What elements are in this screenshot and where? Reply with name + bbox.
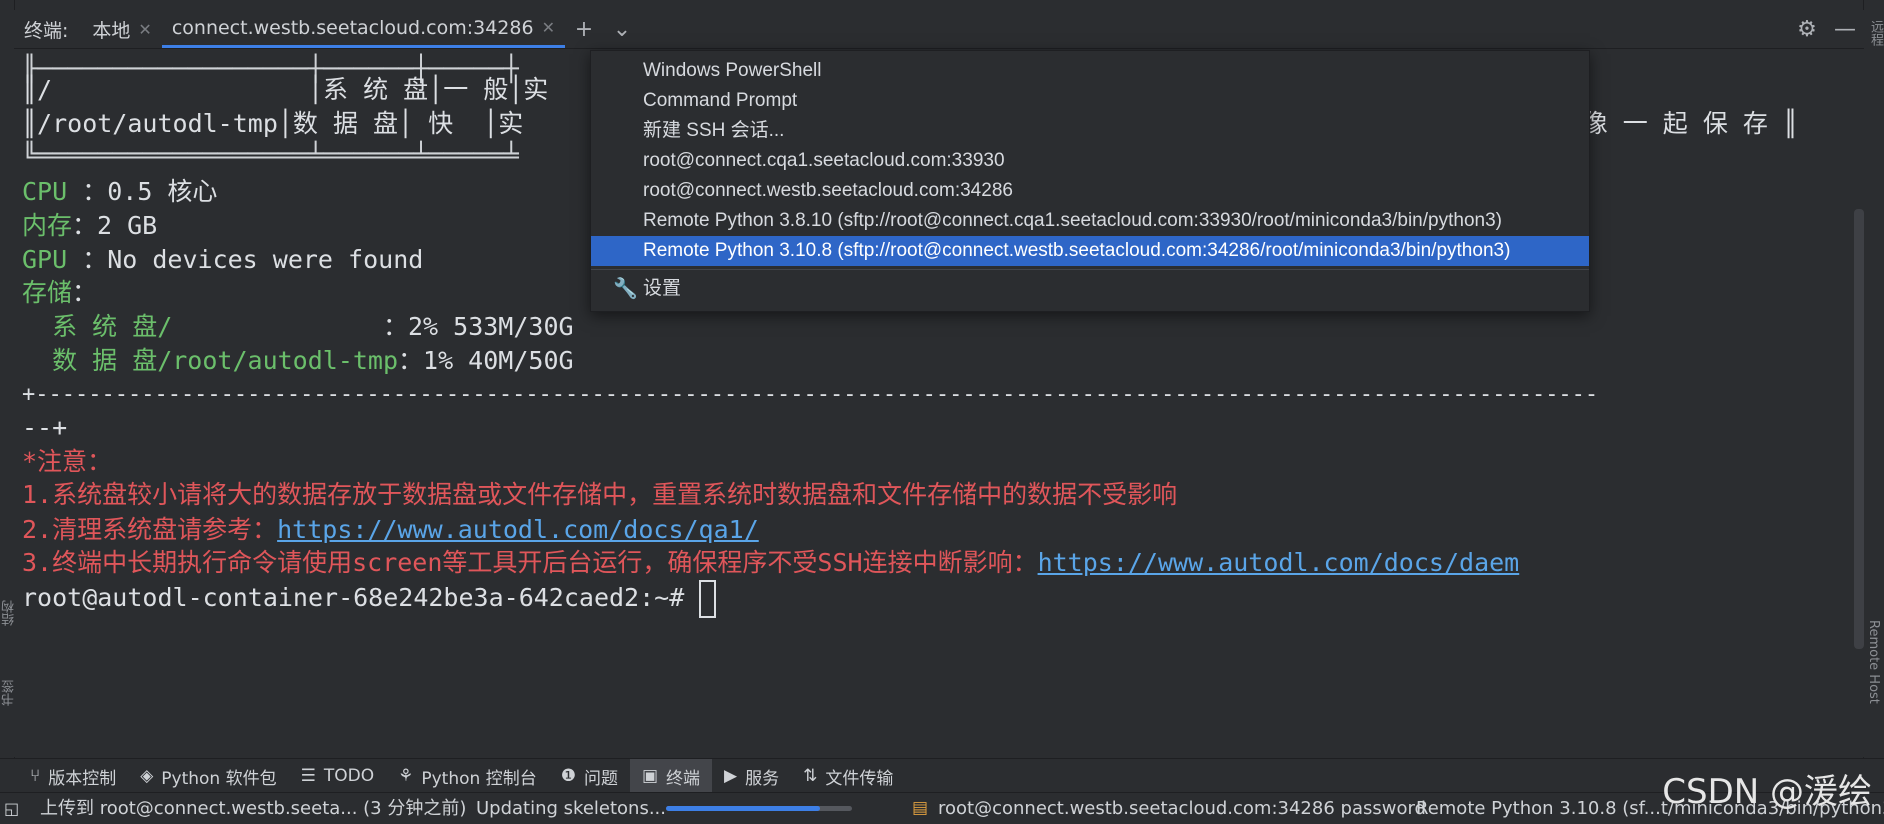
tool-python-packages[interactable]: ◈ Python 软件包 — [128, 759, 288, 793]
datadisk-label: 数 据 盘/root/autodl-tmp — [22, 346, 399, 375]
new-session-dropdown: Windows PowerShell Command Prompt 新建 SSH… — [590, 50, 1590, 312]
tool-label: 终端 — [666, 768, 701, 789]
close-icon[interactable]: ✕ — [542, 18, 555, 37]
csdn-watermark: CSDN @湲绘 — [1662, 772, 1872, 812]
terminal-tab-bar: 终端: 本地 ✕ connect.westb.seetacloud.com:34… — [14, 10, 1864, 49]
task-progress-bar — [666, 806, 852, 811]
box-row-root-cols: │系 统 盘│一 般│实 — [307, 75, 549, 104]
task-status[interactable]: Updating skeletons... — [476, 793, 666, 824]
menu-item-powershell[interactable]: Windows PowerShell — [591, 56, 1589, 86]
box-row-tmp-path: ║/root/autodl-tmp — [22, 109, 278, 138]
sftp-icon: ▤ — [912, 798, 929, 818]
layers-icon: ◈ — [140, 766, 154, 786]
tool-label: Python 软件包 — [161, 768, 277, 789]
branch-icon: ⑂ — [30, 766, 41, 786]
add-icon[interactable]: + — [565, 17, 603, 42]
gear-icon[interactable]: ⚙ — [1788, 17, 1826, 42]
tool-terminal[interactable]: ▣ 终端 — [629, 759, 713, 793]
storage-value: ： — [72, 278, 98, 307]
daemon-doc-link[interactable]: https://www.autodl.com/docs/daem — [1038, 548, 1520, 577]
menu-item-ssh-cqa1[interactable]: root@connect.cqa1.seetacloud.com:33930 — [591, 146, 1589, 176]
right-strip-label-remote[interactable]: 远程 — [1866, 20, 1884, 46]
upload-status[interactable]: 上传到 root@connect.westb.seeta... (3 分钟之前) — [40, 793, 466, 824]
alert-icon: ❶ — [560, 766, 576, 786]
gpu-value: ：No devices were found — [82, 245, 424, 274]
terminal-title: 终端: — [24, 19, 69, 42]
note-3: 3.终端中长期执行命令请使用screen等工具开后台运行，确保程序不受SSH连接… — [22, 543, 1519, 583]
box-row-tmp-cols: │数 据 盘│ 快 │实 — [277, 109, 524, 138]
qa-doc-link[interactable]: https://www.autodl.com/docs/qa1/ — [277, 515, 759, 544]
tool-version-control[interactable]: ⑂ 版本控制 — [18, 759, 128, 793]
right-tool-strip: 远程 Remote Host — [1863, 0, 1884, 758]
tab-local[interactable]: 本地 ✕ — [82, 10, 161, 48]
progress-fill — [666, 806, 821, 811]
tool-window-bar: ⑂ 版本控制 ◈ Python 软件包 ☰ TODO ⚘ Python 控制台 ❶ 问题 … — [0, 758, 1884, 793]
note-3-text: 3.终端中长期执行命令请使用screen等工具开后台运行，确保程序不受SSH连接… — [22, 548, 1038, 577]
cpu-label: CPU — [22, 177, 83, 206]
layout-icon[interactable]: ◱ — [4, 793, 19, 824]
terminal-icon: ▣ — [641, 766, 659, 786]
text-cursor — [699, 580, 717, 618]
box-bottom-border: ╚══════════════════╧══════╧═════╧ — [22, 141, 519, 170]
tool-python-console[interactable]: ⚘ Python 控制台 — [386, 759, 549, 793]
sysdisk-label: 系 统 盘/ — [22, 312, 383, 341]
tool-label: 版本控制 — [48, 768, 117, 789]
menu-item-cmd[interactable]: Command Prompt — [591, 86, 1589, 116]
storage-label: 存储 — [22, 278, 73, 307]
close-icon[interactable]: ✕ — [138, 20, 151, 39]
box-row-tmp-tail: 像 一 起 保 存 ║ — [1582, 109, 1798, 138]
tool-label: 问题 — [583, 768, 618, 789]
tool-file-transfer[interactable]: ⇅ 文件传输 — [791, 759, 905, 793]
chevron-down-icon[interactable]: ⌄ — [603, 17, 641, 42]
play-icon: ▶ — [724, 766, 738, 786]
menu-separator — [591, 269, 1589, 270]
status-bar: ◱ 上传到 root@connect.westb.seeta... (3 分钟之… — [0, 792, 1884, 824]
mem-label: 内存 — [22, 211, 73, 240]
menu-item-python-3-8[interactable]: Remote Python 3.8.10 (sftp://root@connec… — [591, 206, 1589, 236]
list-icon: ☰ — [300, 766, 316, 786]
menu-item-python-3-10[interactable]: Remote Python 3.10.8 (sftp://root@connec… — [591, 236, 1589, 266]
cpu-value: ：0.5 核心 — [82, 177, 218, 206]
tool-label: Python 控制台 — [421, 768, 537, 789]
connection-status[interactable]: root@connect.westb.seetacloud.com:34286 … — [938, 793, 1426, 824]
menu-item-new-ssh[interactable]: 新建 SSH 会话... — [591, 116, 1589, 146]
transfer-icon: ⇅ — [803, 766, 818, 786]
tool-label: 服务 — [745, 768, 780, 789]
tool-problems[interactable]: ❶ 问题 — [549, 759, 630, 793]
shell-prompt: root@autodl-container-68e242be3a-642caed… — [22, 583, 700, 612]
python-icon: ⚘ — [398, 766, 414, 786]
tool-todo[interactable]: ☰ TODO — [289, 759, 387, 793]
minimize-icon[interactable]: — — [1826, 17, 1864, 42]
divider-line: +---------------------------------------… — [22, 382, 1599, 407]
tool-label: 文件传输 — [825, 768, 894, 789]
right-strip-label-remote-host[interactable]: Remote Host — [1866, 620, 1881, 704]
mem-value: ：2 GB — [72, 211, 158, 240]
settings-label: 设置 — [643, 278, 682, 299]
menu-item-ssh-westb[interactable]: root@connect.westb.seetacloud.com:34286 — [591, 176, 1589, 206]
wrench-icon: 🔧 — [613, 278, 638, 300]
tab-remote[interactable]: connect.westb.seetacloud.com:34286 ✕ — [161, 10, 565, 48]
sysdisk-value: ：2% 533M/30G — [382, 312, 574, 341]
tab-label: 本地 — [92, 19, 131, 42]
datadisk-value: ：1% 40M/50G — [398, 346, 574, 375]
left-tool-strip: 结构 书签 — [0, 0, 17, 758]
terminal-scrollbar[interactable] — [1854, 209, 1864, 649]
tool-services[interactable]: ▶ 服务 — [712, 759, 791, 793]
tab-label: connect.westb.seetacloud.com:34286 — [171, 16, 534, 39]
gpu-label: GPU — [22, 245, 83, 274]
prompt-line[interactable]: root@autodl-container-68e242be3a-642caed… — [22, 578, 717, 618]
note-1: 1.系统盘较小请将大的数据存放于数据盘或文件存储中，重置系统时数据盘和文件存储中… — [22, 480, 1178, 509]
tool-label: TODO — [323, 766, 375, 786]
box-row-root-path: ║/ — [22, 75, 53, 104]
menu-item-settings[interactable]: 🔧 设置 — [591, 274, 1589, 304]
note-2-text: 2.清理系统盘请参考： — [22, 515, 278, 544]
box-row-root-pad — [52, 75, 308, 104]
